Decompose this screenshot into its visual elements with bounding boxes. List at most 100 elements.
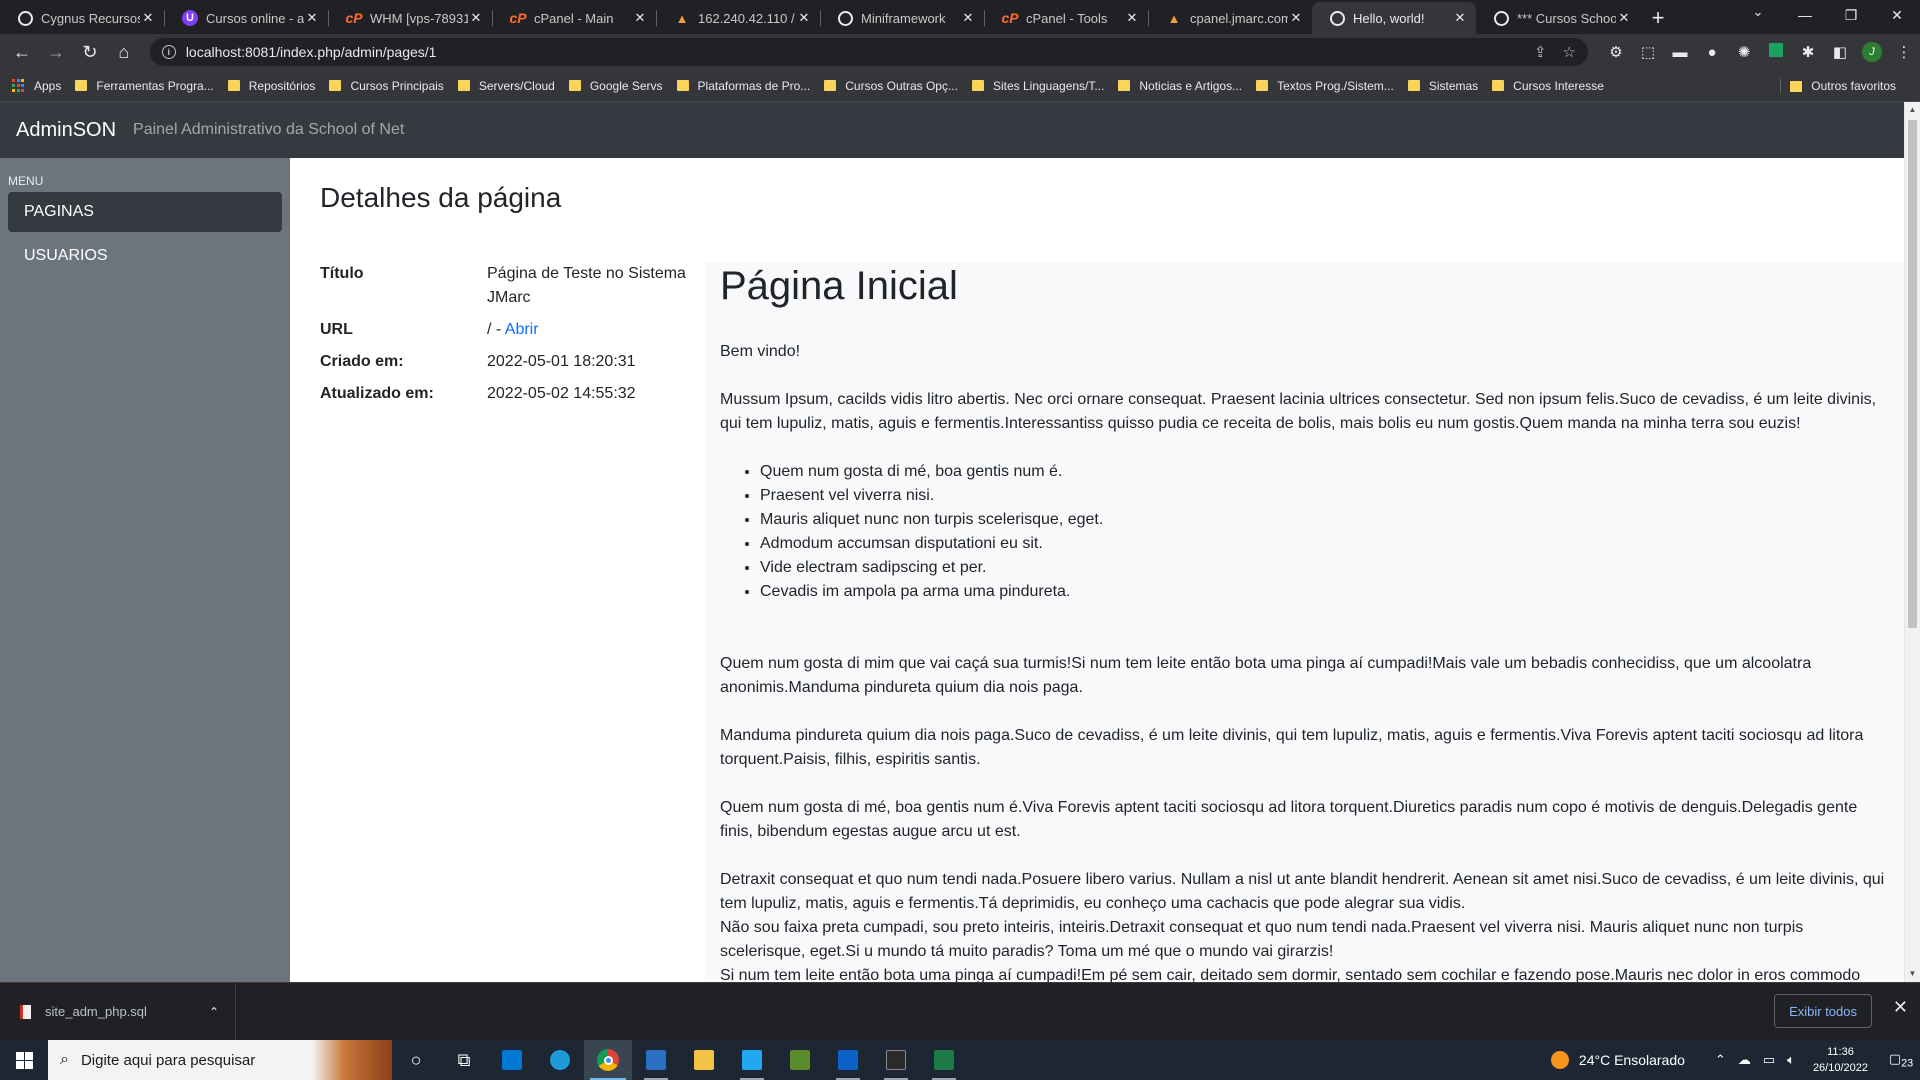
url-text[interactable]: localhost:8081/index.php/admin/pages/1 (186, 44, 1518, 60)
store-icon[interactable] (488, 1040, 536, 1080)
tab-whm[interactable]: cP WHM [vps-789315 ✕ (328, 2, 492, 34)
scroll-up-icon[interactable]: ▲ (1905, 102, 1920, 118)
tab-cursos-school[interactable]: *** Cursos School ✕ (1476, 2, 1640, 34)
tab-cpanel-tools[interactable]: cP cPanel - Tools ✕ (984, 2, 1148, 34)
minimize-icon[interactable]: — (1782, 0, 1828, 30)
bookmark-folder[interactable]: Cursos Principais (329, 79, 444, 93)
bookmark-folder[interactable]: Sistemas (1407, 79, 1478, 93)
outlook-icon[interactable] (824, 1040, 872, 1080)
open-page-link[interactable]: Abrir (505, 321, 539, 338)
tab-cygnus[interactable]: Cygnus Recursos H ✕ (0, 2, 164, 34)
bookmark-folder[interactable]: Sites Linguagens/T... (971, 79, 1104, 93)
start-button[interactable] (0, 1040, 48, 1080)
profile-avatar[interactable]: J (1856, 42, 1888, 62)
sidebar-item-paginas[interactable]: PAGINAS (8, 192, 282, 232)
react-extension-icon[interactable]: ✺ (1728, 43, 1760, 61)
close-window-icon[interactable]: ✕ (1874, 0, 1920, 30)
menu-kebab-icon[interactable]: ⋮ (1888, 43, 1920, 61)
bookmark-folder[interactable]: Plataformas de Pro... (676, 79, 810, 93)
close-icon[interactable]: ✕ (632, 10, 648, 26)
preview-paragraph: Mussum Ipsum, cacilds vidis litro aberti… (720, 391, 1877, 432)
bookmark-folder[interactable]: Repositórios (227, 79, 315, 93)
bookmark-folder[interactable]: Noticias e Artigos... (1118, 79, 1242, 93)
close-icon[interactable]: ✕ (1124, 10, 1140, 26)
sidebar-toggle-icon[interactable]: ◧ (1824, 43, 1856, 61)
weather-text[interactable]: 24°C Ensolarado (1579, 1052, 1685, 1068)
scrollbar-thumb[interactable] (1908, 120, 1917, 628)
forward-icon[interactable]: → (40, 36, 72, 68)
restore-icon[interactable]: ❐ (1828, 0, 1874, 30)
chrome-icon[interactable] (584, 1040, 632, 1080)
nvidia-icon[interactable] (776, 1040, 824, 1080)
show-all-downloads-button[interactable]: Exibir todos (1774, 994, 1872, 1028)
onedrive-cloud-icon[interactable]: ☁ (1738, 1052, 1751, 1068)
tab-phpmyadmin[interactable]: ▲ 162.240.42.110 / lo ✕ (656, 2, 820, 34)
close-icon[interactable]: ✕ (1288, 10, 1304, 26)
green-extension-icon[interactable] (1760, 43, 1792, 61)
bookmark-folder[interactable]: Cursos Outras Opç... (824, 79, 958, 93)
notifications-icon[interactable]: ▢23 (1882, 1051, 1920, 1070)
bookmark-folder[interactable]: Google Servs (568, 79, 663, 93)
bookmark-label: Cursos Outras Opç... (845, 78, 958, 93)
bookmark-folder[interactable]: Textos Prog./Sistem... (1256, 79, 1394, 93)
list-item: Cevadis im ampola pa arma uma pindureta. (760, 580, 1889, 604)
tab-search-icon[interactable]: ⌄ (1744, 4, 1772, 20)
weather-sun-icon[interactable] (1550, 1051, 1569, 1069)
chevron-up-icon[interactable]: ⌃ (1715, 1052, 1726, 1068)
terminal-icon[interactable] (872, 1040, 920, 1080)
close-icon[interactable]: ✕ (1452, 10, 1468, 26)
sidebar-item-usuarios[interactable]: USUARIOS (8, 236, 282, 276)
bookmark-folder[interactable]: Ferramentas Progra... (75, 79, 214, 93)
close-icon[interactable]: ✕ (468, 10, 484, 26)
bookmark-star-icon[interactable]: ☆ (1563, 43, 1576, 61)
folder-icon (1256, 80, 1269, 91)
tab-cpanel-jmarc[interactable]: ▲ cpanel.jmarc.com.b ✕ (1148, 2, 1312, 34)
close-icon[interactable]: ✕ (304, 10, 320, 26)
cast-extension-icon[interactable]: ▬ (1664, 44, 1696, 61)
new-tab-button[interactable]: + (1640, 2, 1676, 34)
close-download-bar-icon[interactable]: ✕ (1893, 997, 1908, 1018)
close-icon[interactable]: ✕ (1616, 10, 1632, 26)
circle-extension-icon[interactable]: ● (1696, 44, 1728, 61)
other-bookmarks-folder[interactable]: Outros favoritos (1780, 70, 1896, 102)
bookmark-folder[interactable]: Servers/Cloud (457, 79, 555, 93)
tab-miniframework[interactable]: Miniframework ✕ (820, 2, 984, 34)
brand-link[interactable]: AdminSON (16, 119, 116, 142)
taskbar-search[interactable]: ⌕ Digite aqui para pesquisar (48, 1040, 392, 1080)
volume-icon[interactable]: 🔈︎ (1787, 1052, 1795, 1068)
task-view-icon[interactable]: ⧉ (440, 1040, 488, 1080)
bookmark-apps[interactable]: Apps (12, 78, 61, 93)
download-item[interactable]: site_adm_php.sql ⌃ (0, 982, 236, 1041)
file-explorer-icon[interactable] (680, 1040, 728, 1080)
apps-grid-icon (12, 78, 26, 93)
home-icon[interactable]: ⌂ (108, 36, 140, 68)
tab-cursos-online[interactable]: U Cursos online - ap ✕ (164, 2, 328, 34)
close-icon[interactable]: ✕ (140, 10, 156, 26)
clock[interactable]: 11:36 26/10/2022 (1813, 1044, 1868, 1076)
address-bar[interactable]: i localhost:8081/index.php/admin/pages/1… (149, 38, 1588, 66)
detail-label: Atualizado em: (320, 385, 434, 402)
puzzle-extensions-icon[interactable]: ✱ (1792, 43, 1824, 61)
excel-icon[interactable] (920, 1040, 968, 1080)
close-icon[interactable]: ✕ (796, 10, 812, 26)
mail-icon[interactable] (632, 1040, 680, 1080)
reload-icon[interactable]: ↻ (74, 36, 106, 68)
tab-cpanel-main[interactable]: cP cPanel - Main ✕ (492, 2, 656, 34)
cortana-icon[interactable]: ○ (392, 1040, 440, 1080)
screenshot-extension-icon[interactable]: ⬚ (1632, 43, 1664, 61)
folder-icon (568, 80, 581, 91)
edge-icon[interactable] (536, 1040, 584, 1080)
back-icon[interactable]: ← (6, 36, 38, 68)
vscode-icon[interactable] (728, 1040, 776, 1080)
tab-hello-world[interactable]: Hello, world! ✕ (1312, 2, 1476, 34)
site-info-icon[interactable]: i (161, 45, 176, 59)
close-icon[interactable]: ✕ (960, 10, 976, 26)
network-icon[interactable]: ▭ (1763, 1052, 1775, 1068)
bookmark-folder[interactable]: Cursos Interesse (1492, 79, 1604, 93)
share-icon[interactable]: ⇪ (1534, 43, 1547, 61)
chevron-up-icon[interactable]: ⌃ (209, 1005, 219, 1019)
gear-extension-icon[interactable]: ⚙ (1600, 43, 1632, 61)
page-scrollbar[interactable]: ▲ ▼ (1904, 102, 1920, 982)
scroll-down-icon[interactable]: ▼ (1905, 966, 1920, 982)
folder-icon (1407, 80, 1420, 91)
